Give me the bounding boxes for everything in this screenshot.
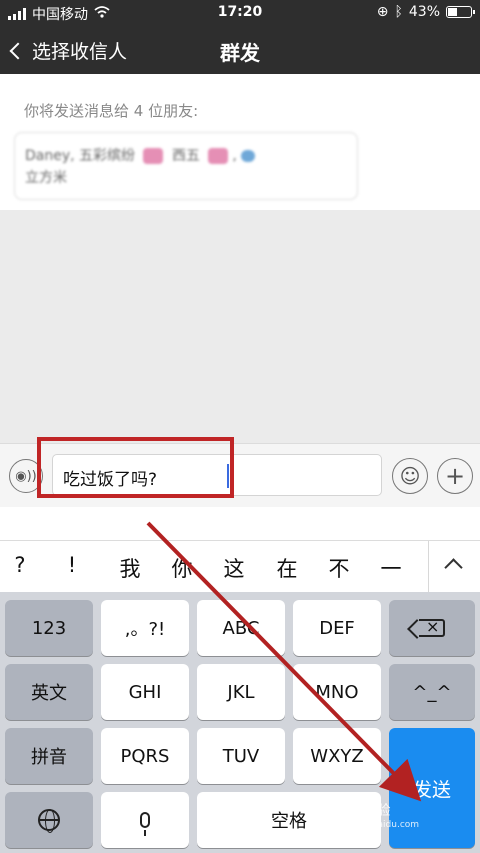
key-ghi[interactable]: GHI <box>101 664 189 720</box>
avatar-emoji <box>241 150 256 162</box>
recipient-name: 立方米 <box>25 170 67 186</box>
key-punctuation[interactable]: ,。?! <box>101 600 189 656</box>
bluetooth-icon: ᛒ <box>394 4 403 20</box>
candidate-item[interactable]: 你 <box>162 553 202 583</box>
spacer <box>0 507 480 540</box>
key-abc[interactable]: ABC <box>197 600 285 656</box>
key-123[interactable]: 123 <box>5 600 93 656</box>
key-pqrs[interactable]: PQRS <box>101 728 189 784</box>
backspace-icon <box>419 617 445 637</box>
status-bar: 中国移动 17:20 ⊕ ᛒ 43% <box>0 0 480 26</box>
avatar-emoji <box>143 148 164 164</box>
recipients-list[interactable]: Daney, 五彩缤纷 西五 , 立方米 <box>14 132 358 200</box>
watermark-brand: Bai 经验 <box>336 803 391 819</box>
candidate-bar: ? ! 我 你 这 在 不 一 <box>0 540 480 593</box>
avatar-emoji <box>208 148 229 164</box>
recipients-hint: 你将发送消息给 4 位朋友: <box>24 102 199 120</box>
candidate-item[interactable]: 我 <box>110 553 150 583</box>
send-button[interactable]: 发送 <box>389 728 475 848</box>
candidate-item[interactable]: ? <box>0 553 40 577</box>
back-button[interactable]: 选择收信人 <box>9 37 128 64</box>
recipient-name: 西五 <box>171 148 200 164</box>
recipients-panel: 你将发送消息给 4 位朋友: Daney, 五彩缤纷 西五 , 立方米 <box>0 74 480 210</box>
key-def[interactable]: DEF <box>293 600 381 656</box>
emoji-icon[interactable]: ☺ <box>392 458 428 494</box>
divider <box>428 541 429 593</box>
globe-button[interactable] <box>5 792 93 848</box>
watermark-url: jingyan.baidu.com <box>336 820 420 830</box>
chevron-left-icon <box>9 42 27 59</box>
key-jkl[interactable]: JKL <box>197 664 285 720</box>
back-label: 选择收信人 <box>32 41 128 63</box>
rotation-lock-icon: ⊕ <box>376 4 389 20</box>
mic-button[interactable] <box>101 792 189 848</box>
backspace-button[interactable] <box>389 600 475 656</box>
candidate-item[interactable]: 不 <box>319 553 359 583</box>
nav-bar: 选择收信人 群发 <box>0 26 480 74</box>
candidate-item[interactable]: 一 <box>371 553 411 583</box>
key-wxyz[interactable]: WXYZ <box>293 728 381 784</box>
key-emoticon[interactable]: ^_^ <box>389 664 475 720</box>
candidate-item[interactable]: 这 <box>214 553 254 583</box>
plus-icon[interactable]: + <box>437 458 473 494</box>
battery-percent: 43% <box>408 4 440 20</box>
microphone-icon <box>140 812 150 836</box>
candidate-item[interactable]: 在 <box>267 553 307 583</box>
key-mno[interactable]: MNO <box>293 664 381 720</box>
recipient-names: Daney, 五彩缤纷 <box>25 148 136 164</box>
watermark: Bai 经验 jingyan.baidu.com <box>336 800 419 830</box>
globe-icon <box>38 809 60 833</box>
status-right: ⊕ ᛒ 43% <box>376 4 475 20</box>
annotation-highlight-box <box>37 437 234 498</box>
battery-icon <box>446 6 475 18</box>
key-pinyin[interactable]: 拼音 <box>5 728 93 784</box>
key-english[interactable]: 英文 <box>5 664 93 720</box>
key-tuv[interactable]: TUV <box>197 728 285 784</box>
chevron-up-icon[interactable] <box>444 558 463 577</box>
candidate-item[interactable]: ! <box>52 553 92 577</box>
